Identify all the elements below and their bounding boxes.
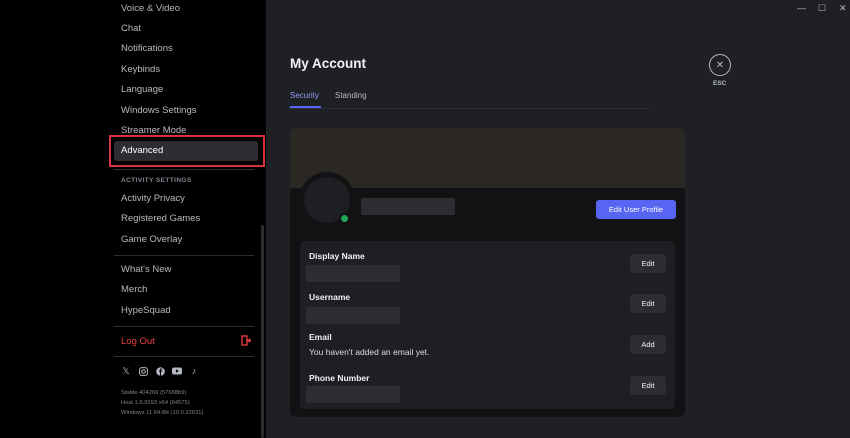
divider [114,326,254,327]
minimize-icon[interactable]: — [797,3,806,13]
sidebar-item-language[interactable]: Language [121,84,163,96]
sidebar-item-game-overlay[interactable]: Game Overlay [121,234,182,246]
tab-standing[interactable]: Standing [335,91,367,100]
esc-label: ESC [713,80,727,87]
tab-divider [290,108,650,109]
sidebar-scrollbar[interactable] [261,225,264,438]
display-name-label: Display Name [309,251,365,261]
email-value: You haven't added an email yet. [309,347,430,357]
phone-number-label: Phone Number [309,373,370,383]
sidebar-item-hypesquad[interactable]: HypeSquad [121,305,171,317]
maximize-icon[interactable]: ☐ [818,3,826,14]
sidebar-item-windows-settings[interactable]: Windows Settings [121,105,197,117]
online-status-icon [339,213,350,224]
account-info-panel: Display Name Edit Username Edit Email Yo… [300,241,675,409]
page-title: My Account [290,56,367,71]
edit-phone-number-button[interactable]: Edit [630,376,666,395]
instagram-icon[interactable] [138,366,148,376]
esc-close-button[interactable]: ✕ [709,54,731,76]
sidebar-item-voice-video[interactable]: Voice & Video [121,3,180,15]
close-icon: ✕ [715,59,725,71]
version-stable: Stable 404269 (57688b9) [121,390,187,396]
sidebar-item-keybinds[interactable]: Keybinds [121,64,160,76]
sidebar-item-activity-privacy[interactable]: Activity Privacy [121,193,185,205]
divider [114,255,254,256]
divider [114,169,254,170]
highlight-annotation [109,135,265,167]
social-links: 𝕏 ♪ [121,366,199,377]
sidebar-item-chat[interactable]: Chat [121,23,141,35]
username-value-redacted [306,307,400,324]
close-icon[interactable]: ✕ [839,3,847,14]
version-host: Host 1.0.9193 x64 (64575) [121,400,190,406]
divider [114,356,254,357]
x-twitter-icon[interactable]: 𝕏 [121,366,131,376]
sidebar-item-registered-games[interactable]: Registered Games [121,213,200,225]
sidebar-item-whats-new[interactable]: What's New [121,264,171,276]
username-redacted [361,198,455,215]
app-window: Voice & Video Chat Notifications Keybind… [0,0,850,438]
logout-icon [241,335,251,346]
profile-banner [290,128,685,188]
sidebar-item-notifications[interactable]: Notifications [121,43,173,55]
tab-active-indicator [290,106,321,108]
edit-user-profile-button[interactable]: Edit User Profile [596,200,676,219]
tiktok-icon[interactable]: ♪ [189,366,199,376]
add-email-button[interactable]: Add [630,335,666,354]
tab-security[interactable]: Security [290,91,319,100]
display-name-value-redacted [306,265,400,282]
email-label: Email [309,332,332,342]
version-os: Windows 11 64-Bit (10.0.22631) [121,410,204,416]
edit-display-name-button[interactable]: Edit [630,254,666,273]
section-header-activity: ACTIVITY SETTINGS [121,177,192,184]
logout-button[interactable]: Log Out [121,336,155,347]
username-label: Username [309,292,351,302]
sidebar-item-merch[interactable]: Merch [121,284,147,296]
account-card: Edit User Profile Display Name Edit User… [290,128,685,417]
settings-sidebar: Voice & Video Chat Notifications Keybind… [0,0,266,438]
edit-username-button[interactable]: Edit [630,294,666,313]
youtube-icon[interactable] [172,366,182,376]
facebook-icon[interactable] [155,366,165,376]
phone-number-value-redacted [306,386,400,403]
